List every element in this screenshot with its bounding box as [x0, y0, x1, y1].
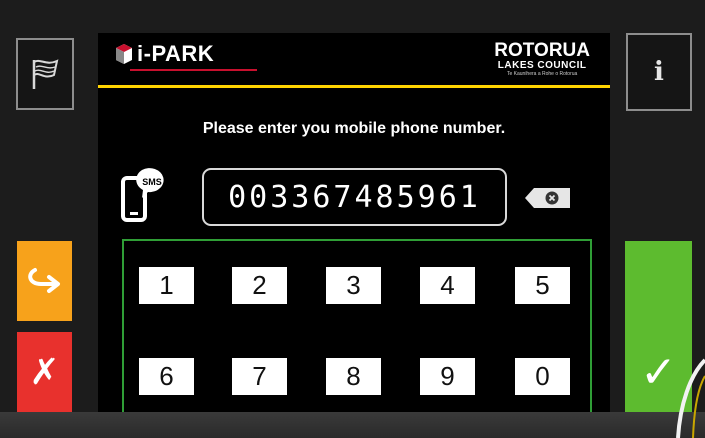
phone-number-field[interactable]: 003367485961 — [202, 168, 507, 226]
numeric-keypad: 1 2 3 4 5 6 7 8 9 0 — [122, 239, 592, 412]
sms-badge-text: SMS — [142, 177, 162, 187]
key-7[interactable]: 7 — [232, 358, 287, 395]
info-button[interactable]: i — [626, 33, 692, 111]
backspace-button[interactable] — [524, 187, 572, 209]
bezel-curve — [676, 358, 705, 438]
sms-phone-icon: SMS — [121, 168, 164, 222]
council-sub: LAKES COUNCIL — [497, 60, 587, 71]
back-button[interactable] — [17, 241, 72, 321]
key-6[interactable]: 6 — [139, 358, 194, 395]
key-0[interactable]: 0 — [515, 358, 570, 395]
key-1[interactable]: 1 — [139, 267, 194, 304]
ipark-logo: i-PARK — [115, 41, 214, 67]
key-9[interactable]: 9 — [420, 358, 475, 395]
cancel-x-icon: ✗ — [29, 351, 60, 393]
kiosk-frame-bottom — [0, 412, 705, 438]
key-5[interactable]: 5 — [515, 267, 570, 304]
language-button[interactable] — [16, 38, 74, 110]
key-4[interactable]: 4 — [420, 267, 475, 304]
phone-number-value: 003367485961 — [228, 179, 481, 215]
return-arrow-icon — [27, 268, 60, 293]
flag-icon — [32, 59, 59, 89]
council-name: ROTORUA — [494, 40, 590, 61]
info-icon: i — [654, 57, 664, 87]
kiosk-screen: i-PARK ROTORUA LAKES COUNCIL Te Kauniher… — [98, 33, 610, 412]
ipark-cube-icon — [116, 44, 132, 64]
key-2[interactable]: 2 — [232, 267, 287, 304]
brand-name: i-PARK — [137, 41, 215, 66]
key-3[interactable]: 3 — [326, 267, 381, 304]
key-8[interactable]: 8 — [326, 358, 381, 395]
council-tagline: Te Kaunihera a Rohe o Rotorua — [506, 71, 578, 77]
cancel-button[interactable]: ✗ — [17, 332, 72, 412]
header-bar: i-PARK ROTORUA LAKES COUNCIL Te Kauniher… — [98, 33, 610, 88]
council-logo: ROTORUA LAKES COUNCIL Te Kaunihera a Roh… — [494, 41, 590, 78]
logo-underline — [130, 69, 257, 71]
instruction-text: Please enter you mobile phone number. — [202, 120, 506, 137]
